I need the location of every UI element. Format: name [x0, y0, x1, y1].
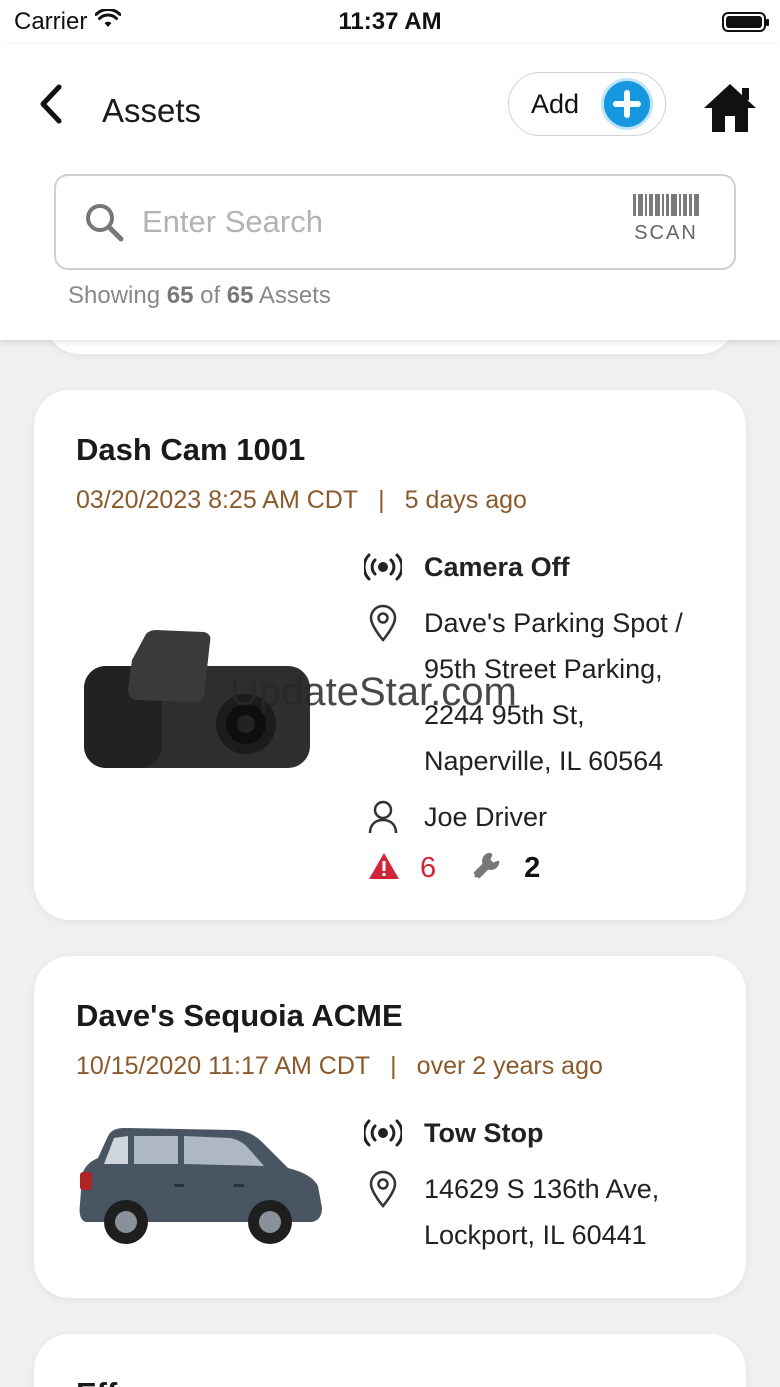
showing-prefix: Showing	[68, 282, 161, 309]
showing-count: Showing 65 of 65 Assets	[68, 282, 331, 310]
asset-datetime: 10/15/2020 11:17 AM CDT	[76, 1052, 371, 1080]
asset-counts: 6 2	[368, 852, 540, 885]
asset-card[interactable]: Dash Cam 1001 03/20/2023 8:25 AM CDT | 5…	[34, 390, 746, 920]
showing-count-value: 65	[166, 282, 194, 309]
page-title: Assets	[102, 92, 202, 129]
header: Assets Add SCAN Showing 65 of 65 Assets	[0, 44, 780, 340]
status-time: 11:37 AM	[338, 8, 442, 35]
asset-meta: 10/15/2020 11:17 AM CDT | over 2 years a…	[76, 1052, 603, 1081]
address-row: 14629 S 136th Ave, Lockport, IL 60441	[364, 1170, 659, 1258]
asset-relative-time: over 2 years ago	[416, 1052, 603, 1080]
add-label: Add	[531, 88, 580, 119]
address-line: Lockport, IL 60441	[424, 1220, 647, 1250]
address-line: Dave's Parking Spot /	[424, 608, 683, 638]
asset-address: 14629 S 136th Ave, Lockport, IL 60441	[424, 1166, 659, 1258]
showing-of: of	[200, 282, 221, 309]
status-bar: Carrier 11:37 AM	[0, 0, 780, 44]
alert-count[interactable]: 6	[420, 852, 436, 885]
asset-card[interactable]: Dave's Sequoia ACME 10/15/2020 11:17 AM …	[34, 956, 746, 1298]
home-icon	[704, 84, 756, 132]
wrench-icon	[472, 852, 500, 885]
back-chevron-icon	[40, 84, 62, 124]
driver-row: Joe Driver	[364, 798, 547, 840]
asset-name: Dave's Sequoia ACME	[76, 998, 403, 1033]
asset-relative-time: 5 days ago	[404, 486, 527, 514]
asset-list[interactable]: Dash Cam 1001 03/20/2023 8:25 AM CDT | 5…	[0, 340, 780, 1387]
meta-separator: |	[378, 486, 385, 514]
showing-suffix: Assets	[258, 282, 331, 309]
location-pin-icon	[364, 604, 402, 642]
asset-status: Camera Off	[424, 552, 570, 582]
scan-button[interactable]: SCAN	[628, 194, 704, 245]
back-button[interactable]	[30, 82, 70, 126]
asset-name: Eff	[76, 1376, 117, 1387]
watermark: UpdateStar.com	[230, 670, 517, 714]
search-input[interactable]	[142, 204, 582, 240]
scan-label: SCAN	[634, 222, 698, 244]
suv-image	[79, 1128, 322, 1244]
address-line: 14629 S 136th Ave,	[424, 1174, 660, 1204]
person-icon	[364, 798, 402, 836]
home-button[interactable]	[702, 82, 758, 134]
meta-separator: |	[390, 1052, 397, 1080]
barcode-icon	[628, 194, 704, 216]
asset-card[interactable]: Eff	[34, 1334, 746, 1387]
signal-icon	[364, 1114, 402, 1152]
asset-card-partial[interactable]	[44, 340, 736, 354]
warning-icon	[368, 852, 400, 885]
status-row: Camera Off	[364, 548, 570, 590]
battery-icon	[722, 12, 769, 32]
plus-icon	[601, 78, 654, 130]
asset-name: Dash Cam 1001	[76, 432, 306, 467]
signal-icon	[364, 548, 402, 586]
add-button[interactable]: Add	[508, 72, 666, 136]
address-line: Naperville, IL 60564	[424, 746, 664, 776]
showing-total-value: 65	[226, 282, 254, 309]
asset-status: Tow Stop	[424, 1118, 544, 1148]
asset-driver: Joe Driver	[424, 802, 548, 832]
asset-meta: 03/20/2023 8:25 AM CDT | 5 days ago	[76, 486, 527, 515]
search-icon	[86, 204, 124, 242]
search-box[interactable]: SCAN	[54, 174, 736, 270]
asset-datetime: 03/20/2023 8:25 AM CDT	[76, 486, 359, 514]
status-row: Tow Stop	[364, 1114, 543, 1156]
location-pin-icon	[364, 1170, 402, 1208]
maintenance-count[interactable]: 2	[524, 852, 540, 885]
